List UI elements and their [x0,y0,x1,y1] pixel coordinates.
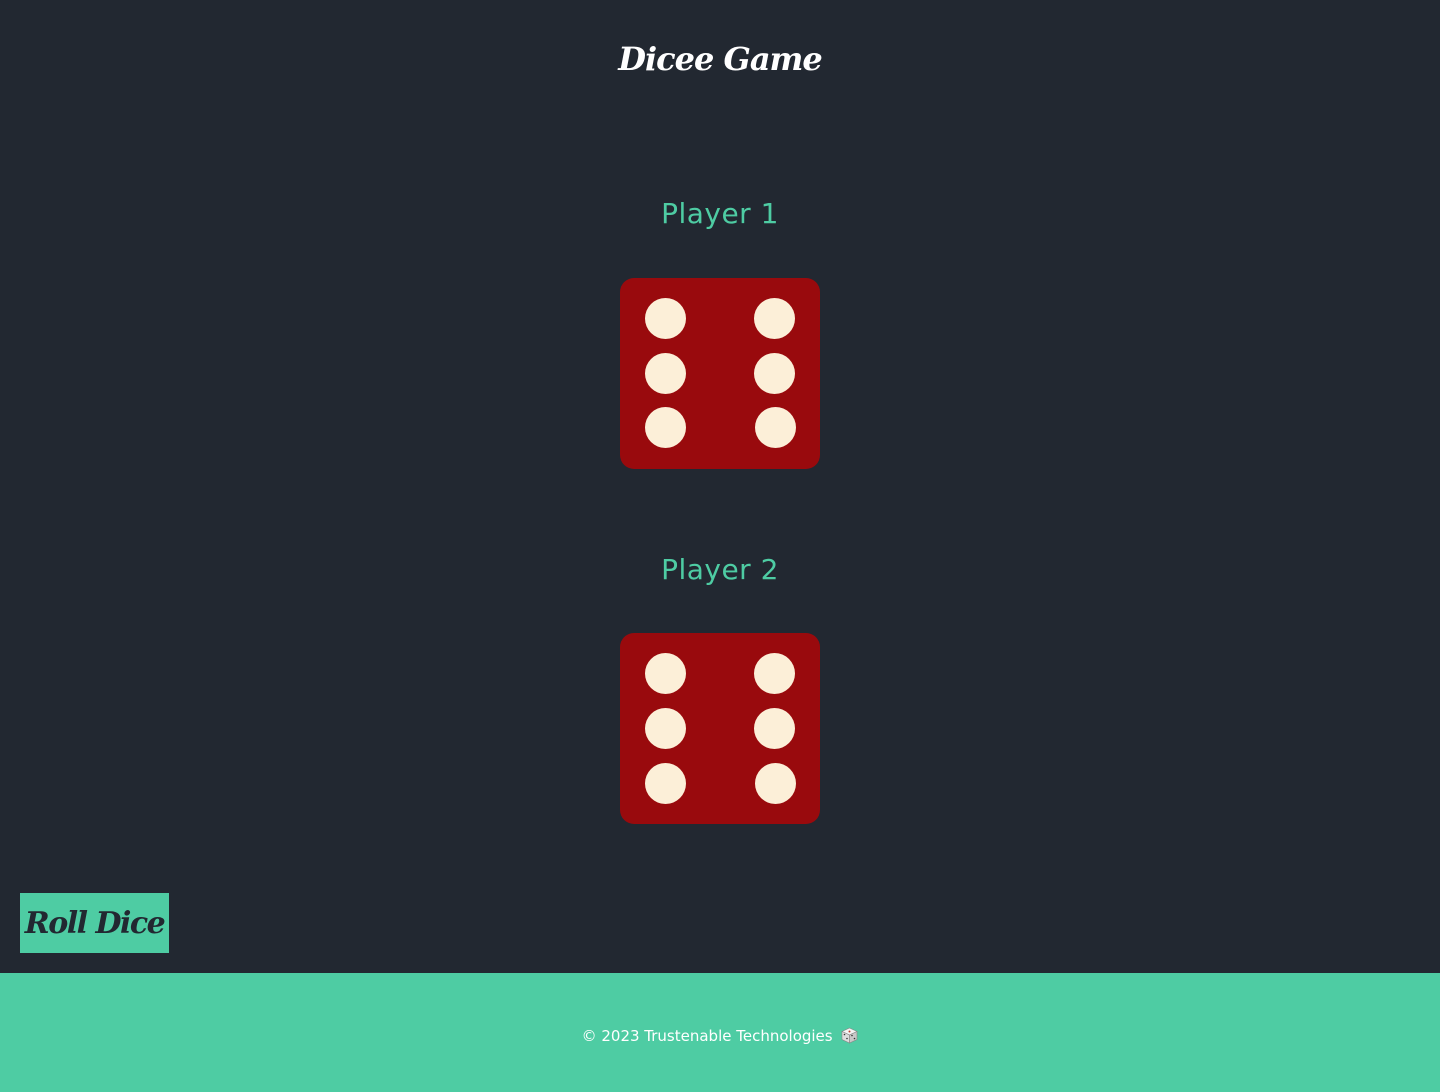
footer-text: © 2023 Trustenable Technologies [581,1027,833,1045]
die-pip [645,653,686,694]
die-pip [645,298,686,339]
die-pip [754,653,795,694]
die-pip [754,708,795,749]
page-title: Dicee Game [618,40,823,78]
footer-copyright: © 2023 Trustenable Technologies [0,1027,1440,1048]
player-2-label: Player 2 [661,553,779,586]
die-pip [755,763,796,804]
die-pip [645,708,686,749]
die-pip [645,353,686,394]
die-pip [645,407,686,448]
player-1-label: Player 1 [661,197,779,230]
footer: © 2023 Trustenable Technologies [0,973,1440,1092]
die-pip [645,763,686,804]
player-2-die [620,633,820,824]
die-pip [755,407,796,448]
player-1-die [620,278,820,469]
dice-icon [841,1027,859,1048]
die-pip [754,298,795,339]
die-pip [754,353,795,394]
roll-dice-button[interactable]: Roll Dice [20,893,169,953]
